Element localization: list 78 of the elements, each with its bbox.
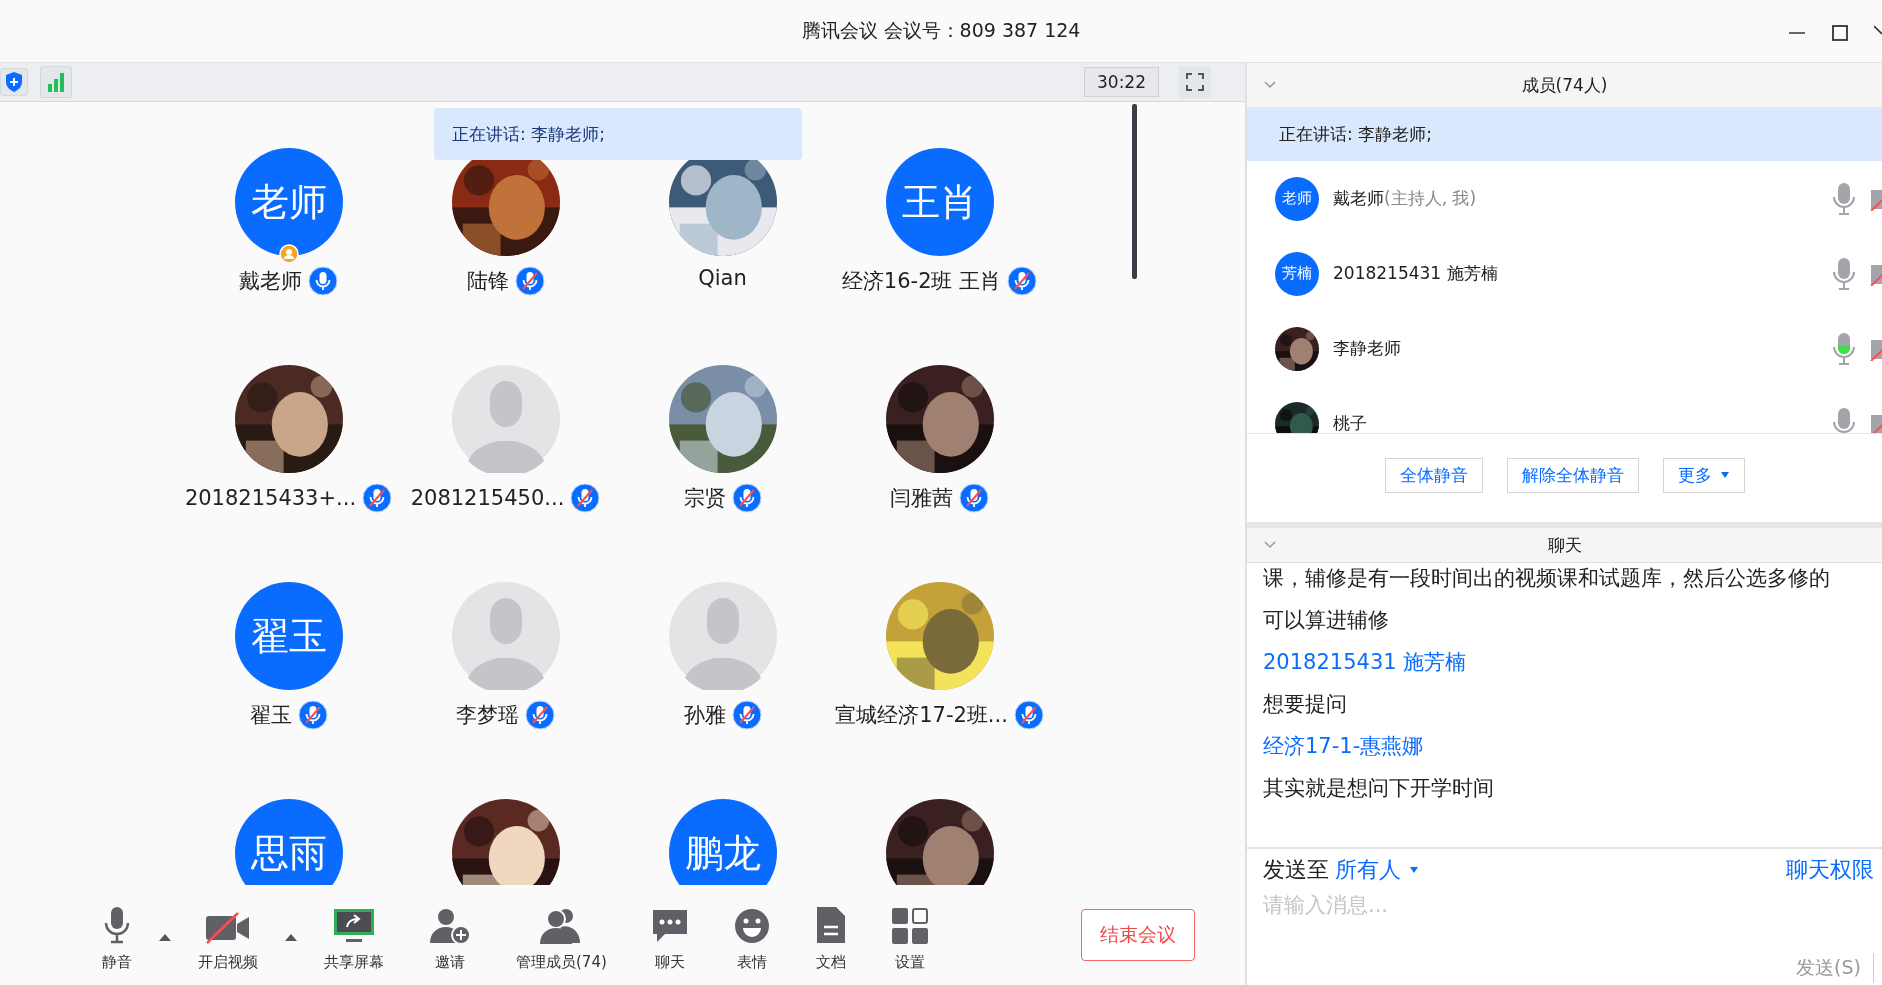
share-screen-icon	[333, 907, 375, 945]
initials-avatar: 鹏龙	[668, 799, 777, 885]
panel-button[interactable]: 全体静音	[1384, 457, 1483, 493]
participant-name: 闫雅茜	[890, 485, 953, 512]
participant-name: 2018215433+...	[184, 486, 357, 510]
video-off-icon	[204, 911, 252, 945]
mic-icon[interactable]	[1832, 181, 1856, 216]
person-avatar-icon	[668, 582, 777, 690]
initials-avatar: 老师	[234, 148, 343, 256]
participant-name: Qian	[698, 266, 747, 290]
participant-name: 宣城经济17-2班...	[835, 702, 1008, 729]
meeting-timer: 30:22	[1084, 67, 1159, 97]
member-name: 桃子	[1333, 412, 1367, 433]
participant-name: 宗贤	[683, 485, 726, 512]
participant-name: 陆锋	[466, 268, 509, 295]
participant-name: 翟玉	[249, 702, 292, 729]
mic-icon[interactable]	[1832, 331, 1856, 366]
initials-avatar: 翟玉	[234, 582, 343, 690]
chat-message: 想要提问	[1263, 691, 1348, 718]
message-input[interactable]: 请输入消息...	[1263, 893, 1874, 917]
members-button[interactable]: 管理成员(74)	[494, 898, 629, 972]
sender-name: 经济17-1-惠燕娜	[1263, 733, 1425, 760]
caret-icon	[1719, 471, 1730, 479]
chat-button[interactable]: 聊天	[628, 898, 711, 972]
shield-icon[interactable]	[0, 68, 28, 96]
person-avatar-icon	[451, 582, 560, 690]
panel-button[interactable]: 更多	[1662, 457, 1745, 493]
add-person-icon	[428, 907, 472, 945]
emoji-button[interactable]: 表情	[710, 898, 793, 972]
settings-button[interactable]: 设置	[868, 898, 951, 972]
member-name: 李静老师	[1333, 337, 1401, 360]
caret-icon	[1409, 866, 1419, 874]
window-title: 腾讯会议 会议号：809 387 124	[801, 18, 1081, 43]
initials-avatar: 王肖	[885, 148, 994, 256]
speaking-banner: 正在讲话: 李静老师;	[434, 108, 802, 160]
mic-icon[interactable]	[1832, 256, 1856, 291]
participant-name: 孙雅	[683, 702, 726, 729]
chat-message: 其实就是想问下开学时间	[1263, 775, 1495, 802]
chat-message: 可以算进辅修	[1263, 607, 1390, 634]
collapse-icon[interactable]	[1263, 540, 1277, 550]
chat-permissions-link[interactable]: 聊天权限	[1786, 855, 1874, 885]
participant-name: 2081215450...	[410, 486, 565, 510]
member-name: 戴老师(主持人, 我)	[1333, 187, 1477, 210]
mic-icon[interactable]	[1832, 406, 1856, 433]
initials-avatar: 老师	[1275, 176, 1319, 221]
microphone-icon	[102, 905, 132, 945]
speaking-bar: 正在讲话: 李静老师;	[1247, 107, 1882, 161]
sender-name: 2018215431 施芳楠	[1263, 649, 1468, 676]
mic-button[interactable]: 静音	[80, 898, 154, 972]
participant-name: 李梦瑶	[456, 702, 519, 729]
docs-button[interactable]: 文档	[792, 898, 869, 972]
initials-avatar: 思雨	[234, 799, 343, 885]
document-icon	[814, 905, 847, 945]
panel-button[interactable]: 解除全体静音	[1506, 457, 1639, 493]
collapse-icon[interactable]	[1263, 80, 1277, 90]
panel-title: 成员(74人)	[1521, 73, 1608, 97]
smiley-icon	[732, 907, 771, 945]
chat-bubble-icon	[650, 907, 689, 945]
end-meeting-button[interactable]: 结束会议	[1081, 909, 1195, 961]
participant-name: 经济16-2班 王肖	[841, 268, 1002, 295]
scrollbar[interactable]	[1132, 104, 1137, 279]
invite-button[interactable]: 邀请	[406, 898, 494, 972]
fullscreen-icon[interactable]	[1179, 66, 1211, 98]
grid-icon	[890, 907, 929, 945]
recipient-dropdown[interactable]: 所有人	[1335, 855, 1419, 885]
initials-avatar: 芳楠	[1275, 251, 1319, 296]
member-name: 2018215431 施芳楠	[1333, 262, 1498, 285]
caret-icon[interactable]	[158, 932, 172, 942]
person-avatar-icon	[451, 365, 560, 473]
chat-message: 课，辅修是有一段时间出的视频课和试题库，然后公选多修的	[1263, 565, 1831, 592]
signal-icon[interactable]	[40, 66, 72, 98]
maximize-icon[interactable]	[1832, 25, 1848, 41]
panel-title: 聊天	[1547, 533, 1582, 557]
video-button[interactable]: 开启视频	[176, 898, 280, 972]
participant-name: 戴老师	[239, 268, 302, 295]
send-to-label: 发送至	[1263, 856, 1329, 884]
caret-icon[interactable]	[284, 932, 298, 942]
share-button[interactable]: 共享屏幕	[302, 898, 406, 972]
